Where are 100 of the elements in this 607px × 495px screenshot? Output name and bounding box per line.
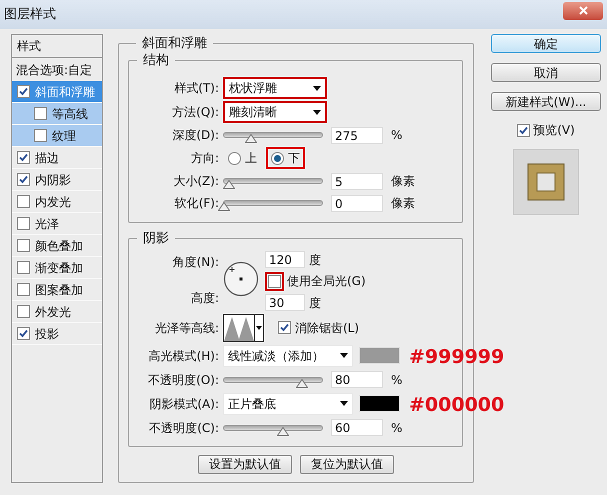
contour-curve-icon [224, 314, 254, 340]
push-button[interactable]: 复位为默认值 [300, 454, 394, 474]
caret-icon [340, 401, 348, 406]
checkbox[interactable] [17, 173, 30, 186]
field-label: 不透明度(C): [148, 420, 220, 436]
style-list-item[interactable]: 等高线 [12, 103, 102, 125]
annotation-text: #999999 [409, 345, 504, 370]
slider-thumb[interactable] [245, 134, 258, 143]
color-swatch[interactable] [359, 395, 400, 412]
dropdown[interactable]: 正片叠底 [223, 392, 353, 414]
input-field[interactable]: 0 [331, 194, 383, 212]
field-label: 光泽等高线: [154, 320, 220, 336]
checkbox[interactable] [17, 283, 30, 296]
checkbox-label: 使用全局光(G) [287, 273, 366, 290]
checkmark-icon [19, 329, 28, 338]
group-title: 斜面和浮雕 [141, 35, 208, 53]
close-button[interactable] [563, 2, 603, 20]
style-list-item[interactable]: 图案叠加 [12, 279, 102, 301]
group-title: 结构 [142, 52, 170, 70]
color-swatch[interactable] [359, 347, 400, 364]
checkbox[interactable] [17, 261, 30, 274]
style-list-item[interactable]: 纹理 [12, 125, 102, 147]
dropdown[interactable]: 雕刻清晰 [223, 101, 327, 123]
group-title: 阴影 [142, 230, 170, 248]
push-button[interactable]: 设置为默认值 [198, 454, 292, 474]
push-button[interactable]: 新建样式(W)... [491, 92, 601, 111]
style-list-item[interactable]: 光泽 [12, 213, 102, 235]
field-label: 大小(Z): [172, 173, 220, 190]
field-label: 高度: [190, 290, 220, 306]
dropdown-value: 线性减淡（添加） [228, 348, 324, 364]
dropdown-value: 正片叠底 [228, 396, 276, 412]
input-field[interactable]: 275 [331, 126, 383, 144]
style-list-item[interactable]: 混合选项:自定 [12, 58, 102, 81]
checkbox[interactable] [34, 129, 47, 142]
unit-label: 像素 [391, 173, 415, 190]
angle-dial-icon[interactable] [223, 260, 259, 296]
checkbox[interactable] [517, 124, 530, 136]
dropdown-value: 枕状浮雕 [229, 80, 277, 97]
style-list-item[interactable]: 投影 [12, 323, 102, 345]
caret-icon [313, 110, 321, 114]
checkbox[interactable] [17, 305, 30, 318]
input-field[interactable]: 80 [331, 371, 383, 388]
checkmark-icon [519, 126, 528, 134]
checkbox[interactable] [268, 274, 281, 288]
checkbox[interactable] [17, 327, 30, 340]
input-field[interactable]: 120 [265, 251, 305, 268]
field-label: 方法(Q): [171, 104, 220, 121]
dropdown[interactable]: 枕状浮雕 [223, 77, 327, 99]
style-list-item[interactable]: 描边 [12, 147, 102, 169]
slider-thumb[interactable] [276, 426, 289, 436]
field-label: 不透明度(O): [147, 372, 220, 388]
unit-label: 度 [309, 252, 321, 268]
checkbox[interactable] [17, 85, 30, 98]
style-list-item[interactable]: 颜色叠加 [12, 235, 102, 257]
checkbox[interactable] [17, 151, 30, 164]
push-button[interactable]: 确定 [491, 34, 601, 53]
field-label: 角度(N): [172, 254, 220, 270]
panel-header: 样式 [12, 35, 102, 58]
unit-label: 度 [309, 294, 321, 312]
slider-thumb[interactable] [296, 378, 308, 388]
checkmark-icon [19, 175, 28, 184]
checkbox[interactable] [17, 217, 30, 230]
checkbox[interactable] [17, 195, 30, 208]
window-title: 图层样式 [4, 6, 56, 24]
checkbox[interactable] [278, 320, 291, 334]
close-icon [578, 6, 588, 15]
frame-icon [526, 162, 566, 202]
field-label: 软化(F): [174, 195, 220, 212]
unit-label: % [391, 127, 402, 144]
checkbox-label: 预览(V) [533, 122, 575, 139]
field-label: 深度(D): [171, 127, 220, 144]
input-field[interactable]: 30 [265, 294, 305, 311]
unit-label: % [391, 372, 402, 388]
style-list-item[interactable]: 外发光 [12, 301, 102, 323]
style-list-item[interactable]: 内阴影 [12, 169, 102, 191]
radio-option[interactable]: 下 [271, 149, 300, 167]
unit-label: % [391, 420, 402, 436]
caret-icon [313, 86, 321, 90]
push-button[interactable]: 取消 [491, 63, 601, 82]
checkmark-icon [19, 153, 28, 162]
input-field[interactable]: 60 [331, 419, 383, 436]
slider-thumb[interactable] [218, 202, 230, 211]
radio-option[interactable]: 上 [228, 149, 257, 167]
slider-thumb[interactable] [222, 180, 235, 189]
field-label: 方向: [190, 150, 220, 167]
checkmark-icon [280, 322, 289, 332]
field-label: 高光模式(H): [148, 348, 220, 364]
input-field[interactable]: 5 [331, 172, 383, 190]
dropdown-value: 雕刻清晰 [229, 104, 277, 121]
checkbox[interactable] [17, 239, 30, 252]
annotation-text: #000000 [409, 393, 504, 418]
caret-icon [340, 353, 348, 358]
checkmark-icon [19, 87, 28, 96]
style-list-item[interactable]: 渐变叠加 [12, 257, 102, 279]
checkbox[interactable] [34, 107, 47, 120]
style-list-item[interactable]: 内发光 [12, 191, 102, 213]
contour-picker[interactable] [223, 314, 264, 342]
unit-label: 像素 [391, 195, 415, 212]
dropdown[interactable]: 线性减淡（添加） [223, 344, 353, 366]
field-label: 样式(T): [173, 80, 220, 97]
